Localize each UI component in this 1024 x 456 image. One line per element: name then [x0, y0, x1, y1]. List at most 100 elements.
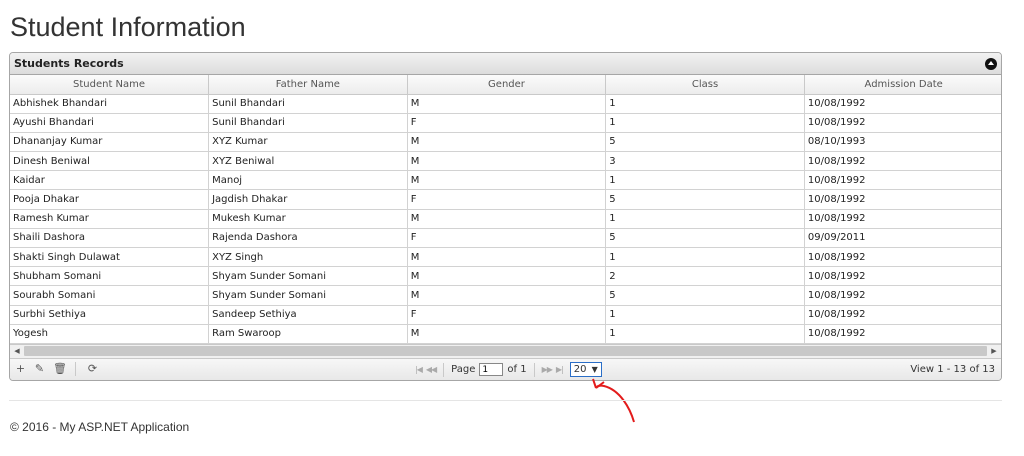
table-cell[interactable]: F [407, 189, 607, 210]
next-page-icon[interactable]: ▶▶ [542, 365, 553, 374]
table-cell[interactable]: 10/08/1992 [804, 113, 1001, 133]
table-row[interactable]: Abhishek Bhandari Sunil Bhandari M 1 10/08/1… [10, 94, 1001, 114]
table-cell[interactable]: Kaidar [10, 170, 210, 191]
table-cell[interactable]: 1 [605, 113, 805, 133]
table-cell[interactable]: Surbhi Sethiya [10, 305, 210, 325]
table-cell[interactable]: M [407, 94, 607, 114]
table-cell[interactable]: Sourabh Somani [10, 285, 210, 306]
table-cell[interactable]: Ram Swaroop [208, 324, 408, 344]
table-cell[interactable]: 3 [605, 151, 805, 172]
page-number-input[interactable] [479, 363, 504, 377]
table-cell[interactable]: M [407, 151, 607, 172]
table-cell[interactable]: 10/08/1992 [804, 285, 1001, 306]
horizontal-scrollbar[interactable]: ◀ ▶ [10, 343, 1001, 358]
prev-page-icon[interactable]: ◀◀ [426, 365, 437, 374]
table-row[interactable]: Kaidar Manoj M 1 10/08/1992 [10, 170, 1001, 191]
table-cell[interactable]: Jagdish Dhakar [208, 189, 408, 210]
table-row[interactable]: Yogesh Ram Swaroop M 1 10/08/1992 [10, 324, 1001, 344]
table-cell[interactable]: Manoj [208, 170, 408, 191]
column-header-class[interactable]: Class [605, 75, 805, 95]
column-header-admission-date[interactable]: Admission Date [804, 75, 1001, 95]
table-row[interactable]: Shaili Dashora Rajenda Dashora F 5 09/09/201… [10, 228, 1001, 249]
table-cell[interactable]: 1 [605, 170, 805, 191]
view-records-text: View 1 - 13 of 13 [910, 364, 995, 376]
table-cell[interactable]: Dinesh Beniwal [10, 151, 210, 172]
table-cell[interactable]: 5 [605, 285, 805, 306]
table-cell[interactable]: F [407, 305, 607, 325]
scroll-left-icon[interactable]: ◀ [10, 344, 24, 358]
collapse-icon[interactable] [985, 57, 997, 70]
column-header-gender[interactable]: Gender [407, 75, 607, 95]
table-cell[interactable]: 08/10/1993 [804, 132, 1001, 153]
table-cell[interactable]: 10/08/1992 [804, 94, 1001, 114]
table-cell[interactable]: M [407, 247, 607, 268]
first-page-icon[interactable]: |◀ [415, 365, 423, 374]
column-header-student-name[interactable]: Student Name [10, 75, 210, 95]
table-cell[interactable]: 10/08/1992 [804, 305, 1001, 325]
grid-pager: + ✎ 🗑 ⟳ |◀ ◀◀ Page of 1 ▶▶ ▶| 20 ▼ View … [10, 357, 1001, 380]
table-cell[interactable]: Sunil Bhandari [208, 113, 408, 133]
table-row[interactable]: Shakti Singh Dulawat XYZ Singh M 1 10/08/199… [10, 247, 1001, 268]
table-row[interactable]: Surbhi Sethiya Sandeep Sethiya F 1 10/08/199… [10, 305, 1001, 325]
table-cell[interactable]: 5 [605, 189, 805, 210]
refresh-icon[interactable]: ⟳ [87, 363, 98, 375]
table-cell[interactable]: 10/08/1992 [804, 151, 1001, 172]
table-cell[interactable]: 5 [605, 228, 805, 249]
table-cell[interactable]: 1 [605, 94, 805, 114]
table-cell[interactable]: Yogesh [10, 324, 210, 344]
table-cell[interactable]: M [407, 285, 607, 306]
table-cell[interactable]: Ramesh Kumar [10, 209, 210, 229]
table-cell[interactable]: Shaili Dashora [10, 228, 210, 249]
edit-icon[interactable]: ✎ [34, 363, 45, 375]
table-cell[interactable]: Mukesh Kumar [208, 209, 408, 229]
table-row[interactable]: Dhananjay Kumar XYZ Kumar M 5 08/10/1993 [10, 132, 1001, 153]
scroll-thumb[interactable] [24, 346, 987, 357]
table-cell[interactable]: M [407, 266, 607, 287]
table-row[interactable]: Ramesh Kumar Mukesh Kumar M 1 10/08/1992 [10, 209, 1001, 229]
table-cell[interactable]: F [407, 228, 607, 249]
table-cell[interactable]: M [407, 132, 607, 153]
table-cell[interactable]: 2 [605, 266, 805, 287]
table-row[interactable]: Ayushi Bhandari Sunil Bhandari F 1 10/08/199… [10, 113, 1001, 133]
table-cell[interactable]: Shyam Sunder Somani [208, 266, 408, 287]
table-cell[interactable]: 10/08/1992 [804, 189, 1001, 210]
table-row[interactable]: Pooja Dhakar Jagdish Dhakar F 5 10/08/1992 [10, 189, 1001, 210]
table-cell[interactable]: 10/08/1992 [804, 170, 1001, 191]
table-cell[interactable]: Shyam Sunder Somani [208, 285, 408, 306]
table-cell[interactable]: 10/08/1992 [804, 247, 1001, 268]
table-cell[interactable]: Shakti Singh Dulawat [10, 247, 210, 268]
table-row[interactable]: Shubham Somani Shyam Sunder Somani M 2 10/08… [10, 266, 1001, 287]
table-cell[interactable]: Dhananjay Kumar [10, 132, 210, 153]
table-row[interactable]: Dinesh Beniwal XYZ Beniwal M 3 10/08/1992 [10, 151, 1001, 172]
add-icon[interactable]: + [15, 363, 26, 375]
table-cell[interactable]: Ayushi Bhandari [10, 113, 210, 133]
table-cell[interactable]: M [407, 209, 607, 229]
table-cell[interactable]: 1 [605, 324, 805, 344]
scroll-right-icon[interactable]: ▶ [987, 344, 1001, 358]
table-cell[interactable]: 1 [605, 305, 805, 325]
table-cell[interactable]: XYZ Beniwal [208, 151, 408, 172]
table-cell[interactable]: XYZ Singh [208, 247, 408, 268]
table-cell[interactable]: 10/08/1992 [804, 324, 1001, 344]
table-cell[interactable]: M [407, 170, 607, 191]
last-page-icon[interactable]: ▶| [556, 365, 564, 374]
table-cell[interactable]: Sunil Bhandari [208, 94, 408, 114]
table-cell[interactable]: 10/08/1992 [804, 266, 1001, 287]
table-row[interactable]: Sourabh Somani Shyam Sunder Somani M 5 10/08… [10, 285, 1001, 306]
table-cell[interactable]: 10/08/1992 [804, 209, 1001, 229]
table-cell[interactable]: M [407, 324, 607, 344]
table-cell[interactable]: Rajenda Dashora [208, 228, 408, 249]
table-cell[interactable]: Sandeep Sethiya [208, 305, 408, 325]
table-cell[interactable]: Shubham Somani [10, 266, 210, 287]
table-cell[interactable]: 09/09/2011 [804, 228, 1001, 249]
page-count-label: of 1 [507, 364, 527, 376]
table-cell[interactable]: 1 [605, 247, 805, 268]
table-cell[interactable]: Pooja Dhakar [10, 189, 210, 210]
table-cell[interactable]: Abhishek Bhandari [10, 94, 210, 114]
table-cell[interactable]: 5 [605, 132, 805, 153]
table-cell[interactable]: 1 [605, 209, 805, 229]
table-cell[interactable]: F [407, 113, 607, 133]
delete-icon[interactable]: 🗑 [53, 363, 67, 375]
column-header-father-name[interactable]: Father Name [208, 75, 408, 95]
table-cell[interactable]: XYZ Kumar [208, 132, 408, 153]
